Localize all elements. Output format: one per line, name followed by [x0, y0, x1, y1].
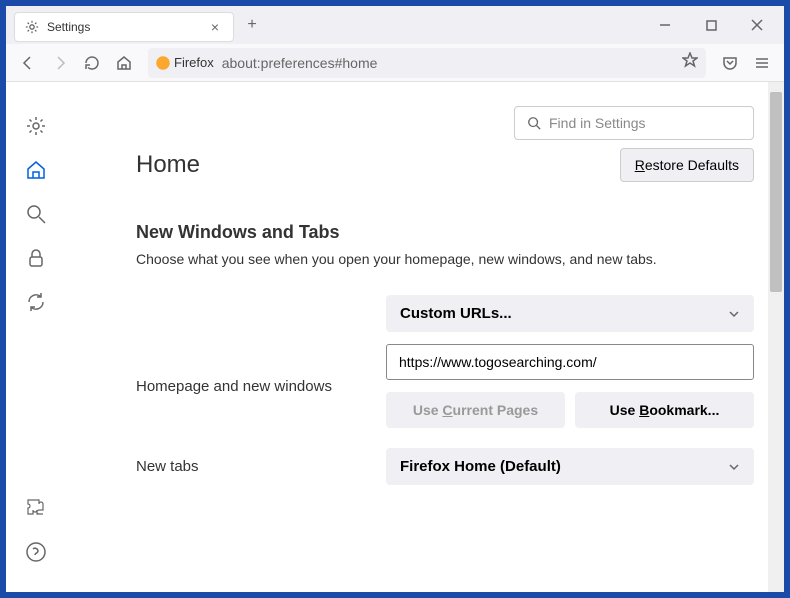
- sidebar-item-search[interactable]: [22, 200, 50, 228]
- search-input[interactable]: Find in Settings: [514, 106, 754, 140]
- restore-defaults-button[interactable]: Restore Defaults: [620, 148, 754, 182]
- window-controls: [642, 9, 780, 41]
- maximize-button[interactable]: [688, 9, 734, 41]
- section-title: New Windows and Tabs: [136, 222, 754, 243]
- puzzle-icon: [25, 497, 47, 519]
- main-panel: Find in Settings Home Restore Defaults N…: [66, 82, 784, 592]
- new-tab-button[interactable]: +: [240, 13, 264, 37]
- minimize-button[interactable]: [642, 9, 688, 41]
- url-bar[interactable]: Firefox about:preferences#home: [148, 48, 706, 78]
- chevron-down-icon: [728, 308, 740, 320]
- search-icon: [25, 203, 47, 225]
- bookmark-star-icon[interactable]: [682, 52, 698, 73]
- gear-icon: [25, 115, 47, 137]
- content-area: Find in Settings Home Restore Defaults N…: [6, 82, 784, 592]
- homepage-label: Homepage and new windows: [136, 378, 366, 395]
- menu-button[interactable]: [748, 49, 776, 77]
- close-icon[interactable]: ×: [207, 19, 223, 35]
- identity-box: Firefox: [156, 55, 214, 70]
- reload-button[interactable]: [78, 49, 106, 77]
- url-text: about:preferences#home: [222, 55, 674, 71]
- close-button[interactable]: [734, 9, 780, 41]
- back-button[interactable]: [14, 49, 42, 77]
- sidebar-item-help[interactable]: [22, 538, 50, 566]
- sidebar-item-general[interactable]: [22, 112, 50, 140]
- titlebar: Settings × +: [6, 6, 784, 44]
- sidebar-item-sync[interactable]: [22, 288, 50, 316]
- use-current-pages-button[interactable]: Use Current Pages: [386, 392, 565, 428]
- search-icon: [527, 116, 541, 130]
- forward-button[interactable]: [46, 49, 74, 77]
- page-title: Home: [136, 151, 200, 179]
- sidebar-item-home[interactable]: [22, 156, 50, 184]
- tab-title: Settings: [47, 20, 199, 34]
- home-icon: [25, 159, 47, 181]
- pocket-button[interactable]: [716, 49, 744, 77]
- firefox-icon: [156, 56, 170, 70]
- home-button[interactable]: [110, 49, 138, 77]
- newtabs-mode-select[interactable]: Firefox Home (Default): [386, 448, 754, 485]
- chevron-down-icon: [728, 461, 740, 473]
- homepage-url-input[interactable]: [386, 344, 754, 380]
- browser-tab[interactable]: Settings ×: [14, 12, 234, 42]
- use-bookmark-button[interactable]: Use Bookmark...: [575, 392, 754, 428]
- sidebar: [6, 82, 66, 592]
- toolbar: Firefox about:preferences#home: [6, 44, 784, 82]
- newtabs-label: New tabs: [136, 458, 366, 475]
- help-icon: [25, 541, 47, 563]
- sidebar-item-extensions[interactable]: [22, 494, 50, 522]
- gear-icon: [25, 20, 39, 34]
- lock-icon: [25, 247, 47, 269]
- section-description: Choose what you see when you open your h…: [136, 251, 754, 267]
- sidebar-item-privacy[interactable]: [22, 244, 50, 272]
- sync-icon: [25, 291, 47, 313]
- homepage-mode-select[interactable]: Custom URLs...: [386, 295, 754, 332]
